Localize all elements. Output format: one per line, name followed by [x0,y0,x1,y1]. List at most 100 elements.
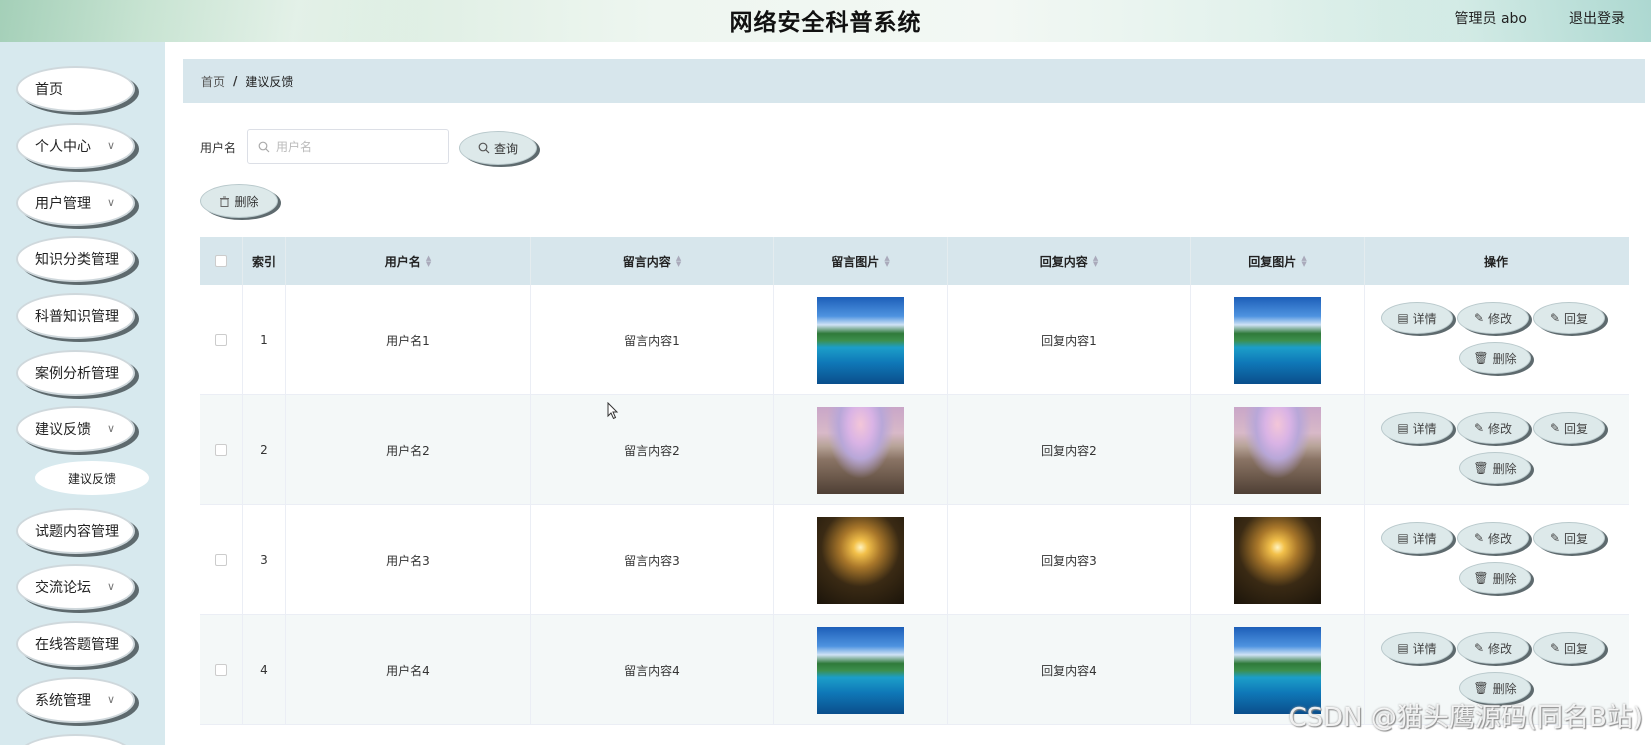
edit-button[interactable]: ✎ 修改 [1457,412,1529,444]
delete-label: 删除 [1492,461,1517,476]
sidebar-item-feedback[interactable]: 建议反馈 ∨ [16,406,135,452]
sunset-beach-image[interactable] [817,516,904,604]
sidebar-item-system-management[interactable]: 系统管理 ∨ [16,677,135,723]
search-button[interactable]: 查询 [459,131,537,165]
batch-delete-button[interactable]: 删除 [200,184,278,218]
sidebar-item-online-quiz[interactable]: 在线答题管理 [16,621,135,667]
column-header-message-image[interactable]: 留言图片 ▲ ▼ [774,237,948,285]
table-header: 索引 用户名 ▲ ▼ 留言内容 ▲ ▼ 留言图片 ▲ ▼ 回复内容 ▲ ▼ 回复图片 ▲… [200,237,1629,285]
table-row: 2 用户名2 留言内容2 回复内容2 ▤ 详情 ✎ 修改 ✎ 回复 🗑 删除 [200,395,1629,505]
sidebar-subitem-feedback[interactable]: 建议反馈 [35,461,149,495]
username-cell: 用户名1 [286,285,531,395]
column-header-reply[interactable]: 回复内容 ▲ ▼ [948,237,1191,285]
select-all-checkbox[interactable] [215,255,227,267]
sidebar-item-knowledge-management[interactable]: 科普知识管理 [16,293,135,339]
message-cell: 留言内容2 [531,395,774,505]
sidebar-item-personal-center[interactable]: 个人中心 ∨ [16,123,135,169]
watermark: CSDN @猫头鹰源码(同名B站) [1288,703,1643,733]
sort-icon[interactable]: ▲ ▼ [426,255,431,268]
edit-label: 修改 [1488,531,1513,546]
detail-label: 详情 [1412,311,1437,326]
column-header-label: 操作 [1483,254,1508,269]
delete-label: 删除 [1492,571,1517,586]
sidebar-item-more[interactable] [16,734,135,745]
pencil-icon: ✎ [1473,531,1485,545]
rainbow-path-image[interactable] [817,406,904,494]
sidebar-item-forum[interactable]: 交流论坛 ∨ [16,564,135,610]
sort-icon[interactable]: ▲ ▼ [884,255,889,268]
reply-button[interactable]: ✎ 回复 [1533,302,1605,334]
document-icon: ▤ [1397,311,1409,325]
search-field[interactable] [247,129,449,164]
detail-button[interactable]: ▤ 详情 [1381,412,1453,444]
index-cell: 3 [243,505,286,615]
island-lagoon-image[interactable] [1234,296,1321,384]
sidebar-item-label: 科普知识管理 [35,309,119,325]
sidebar-item-user-management[interactable]: 用户管理 ∨ [16,180,135,226]
row-select-cell [200,395,243,505]
edit-label: 修改 [1488,421,1513,436]
column-header-label: 索引 [251,254,276,269]
row-checkbox[interactable] [215,334,227,346]
reply-button[interactable]: ✎ 回复 [1533,522,1605,554]
column-header-message[interactable]: 留言内容 ▲ ▼ [531,237,774,285]
sidebar-item-label: 知识分类管理 [35,252,119,268]
trash-icon: 🗑 [1473,571,1489,585]
index-cell: 2 [243,395,286,505]
island-lagoon-image[interactable] [817,626,904,714]
sidebar-item-label: 在线答题管理 [35,637,119,653]
search-input[interactable] [276,139,436,154]
edit-button[interactable]: ✎ 修改 [1457,302,1529,334]
row-checkbox[interactable] [215,444,227,456]
feedback-table: 索引 用户名 ▲ ▼ 留言内容 ▲ ▼ 留言图片 ▲ ▼ 回复内容 ▲ ▼ 回复图片 ▲… [200,237,1629,725]
sidebar-item-question-management[interactable]: 试题内容管理 [16,508,135,554]
sidebar-item-home[interactable]: 首页 [16,66,135,112]
delete-button[interactable]: 🗑 删除 [1459,562,1531,594]
detail-button[interactable]: ▤ 详情 [1381,302,1453,334]
chevron-down-icon: ∨ [106,580,115,593]
sort-icon[interactable]: ▲ ▼ [1093,255,1098,268]
edit-button[interactable]: ✎ 修改 [1457,522,1529,554]
island-lagoon-image[interactable] [817,296,904,384]
row-checkbox[interactable] [215,554,227,566]
index-cell: 4 [243,615,286,725]
reply-label: 回复 [1564,421,1589,436]
message-image-cell [774,615,948,725]
breadcrumb-separator: / [233,74,238,88]
reply-button[interactable]: ✎ 回复 [1533,412,1605,444]
breadcrumb-home[interactable]: 首页 [201,73,225,90]
delete-button[interactable]: 🗑 删除 [1459,452,1531,484]
detail-label: 详情 [1412,531,1437,546]
breadcrumb: 首页 / 建议反馈 [183,59,1645,103]
trash-icon [220,196,230,207]
actions-cell: ▤ 详情 ✎ 修改 ✎ 回复 🗑 删除 [1365,505,1627,615]
column-header-username[interactable]: 用户名 ▲ ▼ [286,237,531,285]
edit-label: 修改 [1488,641,1513,656]
app-title: 网络安全科普系统 [729,10,922,36]
column-header-reply-image[interactable]: 回复图片 ▲ ▼ [1191,237,1365,285]
detail-button[interactable]: ▤ 详情 [1381,522,1453,554]
chevron-down-icon: ∨ [106,422,115,435]
pencil-icon: ✎ [1549,531,1561,545]
sidebar-item-category-management[interactable]: 知识分类管理 [16,236,135,282]
column-header-label: 留言内容 [622,254,671,269]
detail-button[interactable]: ▤ 详情 [1381,632,1453,664]
reply-button[interactable]: ✎ 回复 [1533,632,1605,664]
sidebar-item-label: 建议反馈 [35,422,91,438]
edit-button[interactable]: ✎ 修改 [1457,632,1529,664]
index-cell: 1 [243,285,286,395]
rainbow-path-image[interactable] [1234,406,1321,494]
logout-link[interactable]: 退出登录 [1569,8,1625,28]
username-cell: 用户名2 [286,395,531,505]
row-checkbox[interactable] [215,664,227,676]
reply-cell: 回复内容2 [948,395,1191,505]
message-image-cell [774,285,948,395]
column-header-label: 留言图片 [831,254,880,269]
column-header-actions: 操作 [1365,237,1627,285]
sidebar-item-label: 交流论坛 [35,580,91,596]
sort-icon[interactable]: ▲ ▼ [1301,255,1306,268]
delete-button[interactable]: 🗑 删除 [1459,342,1531,374]
sunset-beach-image[interactable] [1234,516,1321,604]
sort-icon[interactable]: ▲ ▼ [676,255,681,268]
sidebar-item-case-analysis[interactable]: 案例分析管理 [16,350,135,396]
